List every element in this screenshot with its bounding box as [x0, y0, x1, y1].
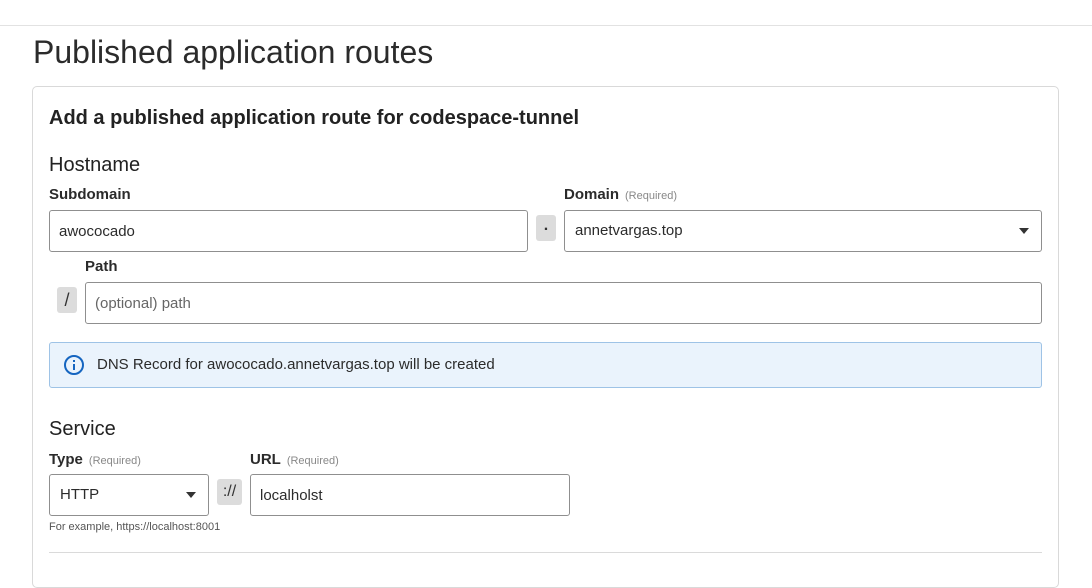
type-select-value: HTTP: [60, 486, 100, 503]
path-label-text: Path: [85, 258, 118, 275]
scheme-separator: ://: [217, 479, 242, 505]
type-required-note: (Required): [88, 455, 141, 467]
dot-separator: .: [536, 215, 556, 241]
type-label: Type (Required): [49, 450, 141, 471]
page-title: Published application routes: [33, 34, 434, 70]
service-section-title: Service: [49, 418, 116, 440]
domain-label: Domain (Required): [564, 185, 677, 206]
subdomain-input[interactable]: [49, 210, 528, 252]
header-divider: [0, 25, 1092, 26]
path-input[interactable]: [85, 282, 1042, 324]
domain-select[interactable]: annetvargas.top: [564, 210, 1042, 252]
dns-info-text: DNS Record for awococado.annetvargas.top…: [97, 356, 495, 373]
domain-label-text: Domain: [564, 186, 620, 203]
slash-separator: /: [57, 287, 77, 313]
url-label: URL (Required): [250, 450, 339, 471]
type-select[interactable]: HTTP: [49, 474, 209, 516]
chevron-down-icon: [186, 492, 196, 498]
chevron-down-icon: [1019, 228, 1029, 234]
domain-required-note: (Required): [625, 190, 677, 202]
hostname-section-title: Hostname: [49, 154, 141, 176]
domain-select-value: annetvargas.top: [575, 222, 683, 239]
section-divider: [49, 552, 1042, 553]
url-hint: For example, https://localhost:8001: [49, 521, 221, 533]
url-input[interactable]: [250, 474, 570, 516]
dns-info-box: DNS Record for awococado.annetvargas.top…: [49, 342, 1042, 388]
url-required-note: (Required): [286, 455, 339, 467]
url-label-text: URL: [250, 451, 281, 468]
info-icon: [64, 355, 84, 375]
type-label-text: Type: [49, 451, 83, 468]
route-form-card: Add a published application route for co…: [32, 86, 1059, 588]
path-label: Path: [85, 257, 118, 277]
form-title: Add a published application route for co…: [49, 107, 580, 129]
subdomain-label-text: Subdomain: [49, 186, 131, 203]
subdomain-label: Subdomain: [49, 185, 131, 205]
